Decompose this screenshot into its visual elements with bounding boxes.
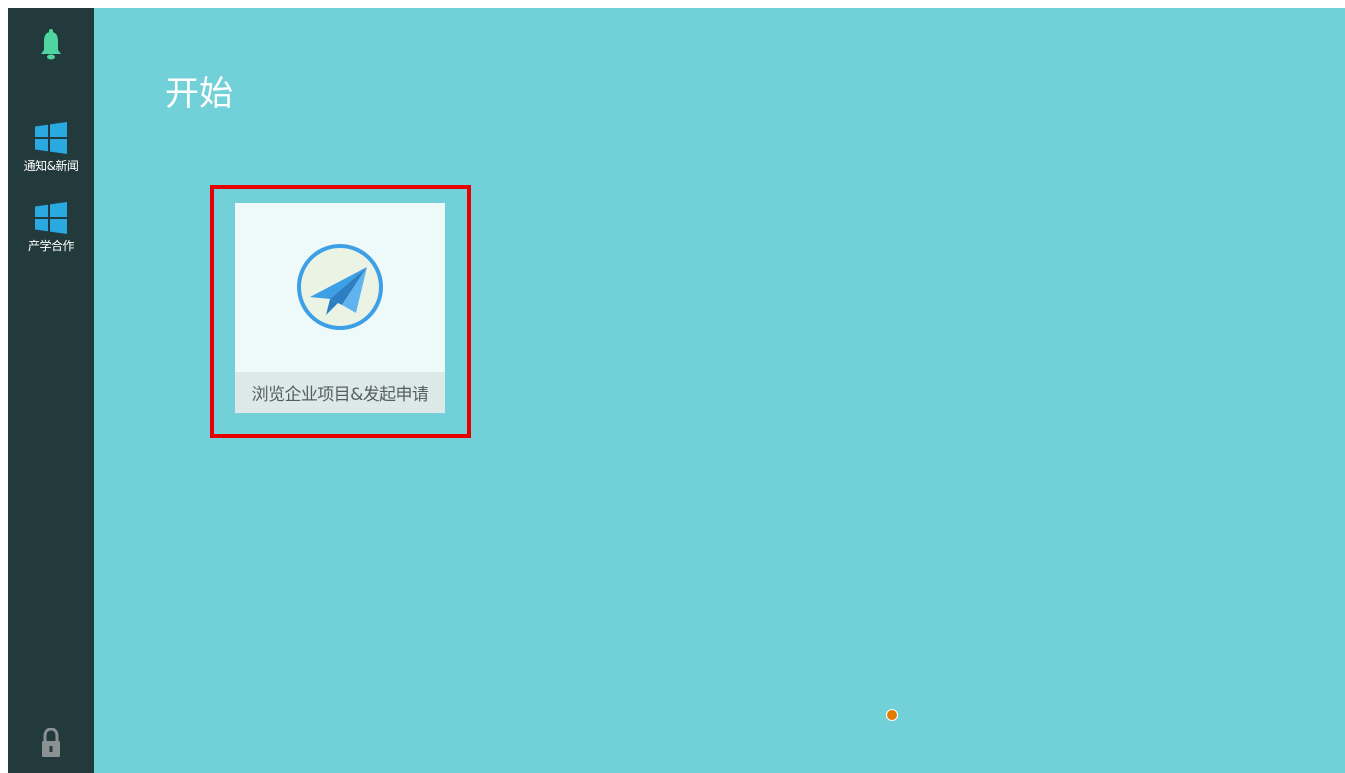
tile-browse-projects[interactable]: 浏览企业项目&发起申请 (235, 203, 445, 413)
app-frame: 通知&新闻 产学合作 开始 浏览企业项目&发起申请 (8, 8, 1345, 773)
notification-bell-button[interactable] (8, 28, 94, 62)
page-title: 开始 (165, 74, 233, 114)
sidebar-item-news[interactable]: 通知&新闻 (8, 122, 94, 174)
sidebar-item-label: 产学合作 (27, 239, 75, 253)
lock-button[interactable] (8, 728, 94, 758)
sidebar: 通知&新闻 产学合作 (8, 8, 94, 773)
windows-icon (35, 122, 67, 154)
sidebar-item-cooperation[interactable]: 产学合作 (8, 202, 94, 254)
cursor-indicator (886, 709, 898, 721)
sidebar-item-label: 通知&新闻 (23, 159, 79, 173)
tile-label: 浏览企业项目&发起申请 (235, 372, 445, 413)
paper-plane-icon (297, 244, 383, 330)
lock-icon (42, 728, 60, 757)
windows-icon (35, 202, 67, 234)
bell-icon (41, 29, 61, 60)
